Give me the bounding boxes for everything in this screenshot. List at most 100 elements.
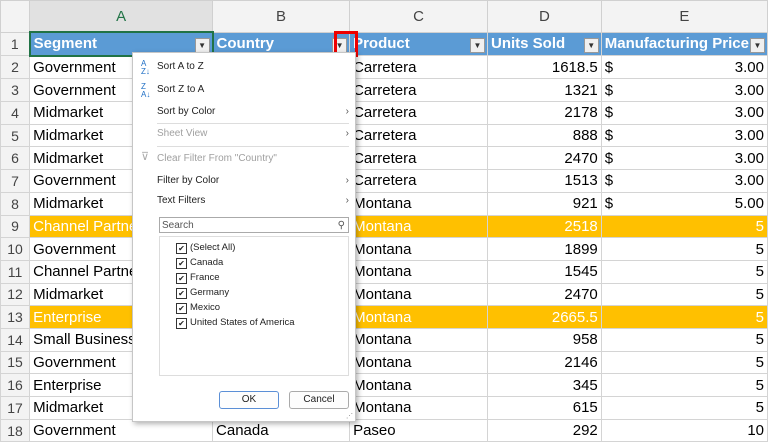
cell-units-sold[interactable]: 921 [486,191,602,216]
cell-price[interactable]: $3.00 [600,78,768,103]
cell-product[interactable]: Montana [349,350,488,375]
cell-price[interactable]: $3.00 [600,123,768,148]
cell-units-sold[interactable]: 615 [486,396,602,420]
cell-price[interactable]: $3.00 [600,169,768,193]
cell-units-sold[interactable]: 2178 [486,101,602,125]
select-all-corner[interactable] [0,0,31,33]
cell-price[interactable]: $5.00 [600,191,768,216]
search-input[interactable]: Search ⚲ [159,217,349,233]
filter-dropdown-button[interactable]: ▼ [194,38,210,53]
cell-price[interactable]: $3.00 [600,146,768,171]
cell-units-sold[interactable]: 1513 [486,169,602,193]
cell-product[interactable]: Carretera [349,123,488,148]
cell-product[interactable]: Montana [349,191,488,216]
filter-checkbox-item[interactable]: ✔ France [176,270,220,285]
cell-product[interactable]: Montana [349,396,488,420]
cell-units-sold[interactable]: 2470 [486,282,602,307]
column-header-e[interactable]: E [600,0,768,33]
cell-price[interactable]: 5 [600,327,768,352]
filter-checkbox-item[interactable]: ✔ Germany [176,285,229,300]
cell-price[interactable]: 10 [600,418,768,442]
header-cell-units-sold[interactable]: Units Sold ▼ [486,31,602,57]
cell-country[interactable]: Canada [212,418,351,442]
checkbox-checked-icon[interactable]: ✔ [176,273,187,284]
column-header-b[interactable]: B [212,0,351,33]
cell-product[interactable]: Carretera [349,78,488,103]
row-header[interactable]: 13 [0,305,31,329]
sort-by-color[interactable]: Sort by Color › [133,102,355,122]
cell-product[interactable]: Montana [349,305,488,329]
checkbox-checked-icon[interactable]: ✔ [176,303,187,314]
row-header[interactable]: 9 [0,214,31,239]
row-header[interactable]: 4 [0,101,31,125]
sort-z-to-a[interactable]: Z A↓ Sort Z to A [133,80,355,100]
cell-product[interactable]: Montana [349,327,488,352]
cell-price[interactable]: 5 [600,396,768,420]
ok-button[interactable]: OK [219,391,279,409]
filter-checkbox-item[interactable]: ✔ United States of America [176,315,295,330]
checkbox-checked-icon[interactable]: ✔ [176,243,187,254]
column-header-d[interactable]: D [486,0,602,33]
cell-units-sold[interactable]: 292 [486,418,602,442]
cell-price[interactable]: 5 [600,259,768,284]
row-header[interactable]: 7 [0,169,31,193]
cell-price[interactable]: $3.00 [600,55,768,80]
cell-units-sold[interactable]: 345 [486,373,602,397]
cell-price[interactable]: 5 [600,237,768,261]
row-header[interactable]: 11 [0,259,31,284]
header-cell-manufacturing-price[interactable]: Manufacturing Price ▼ [600,31,768,57]
cell-units-sold[interactable]: 958 [486,327,602,352]
sort-a-to-z[interactable]: A Z↓ Sort A to Z [133,57,355,77]
cell-units-sold[interactable]: 2518 [486,214,602,239]
filter-checkbox-item[interactable]: ✔ (Select All) [176,240,235,255]
cell-segment[interactable]: Government [29,418,214,442]
cell-product[interactable]: Carretera [349,55,488,80]
cell-units-sold[interactable]: 888 [486,123,602,148]
row-header[interactable]: 12 [0,282,31,307]
cell-product[interactable]: Carretera [349,169,488,193]
header-cell-product[interactable]: Product ▼ [349,31,488,57]
cancel-button[interactable]: Cancel [289,391,349,409]
cell-product[interactable]: Montana [349,373,488,397]
text-filters[interactable]: Text Filters › [133,191,355,211]
cell-product[interactable]: Montana [349,259,488,284]
row-header[interactable]: 6 [0,146,31,171]
resize-grip-icon[interactable]: ⋰ [346,412,353,420]
cell-product[interactable]: Montana [349,214,488,239]
row-header[interactable]: 16 [0,373,31,397]
cell-price[interactable]: $3.00 [600,101,768,125]
cell-price[interactable]: 5 [600,373,768,397]
cell-units-sold[interactable]: 1899 [486,237,602,261]
row-header[interactable]: 15 [0,350,31,375]
row-header[interactable]: 17 [0,396,31,420]
filter-checkbox-item[interactable]: ✔ Canada [176,255,223,270]
checkbox-checked-icon[interactable]: ✔ [176,258,187,269]
row-header[interactable]: 5 [0,123,31,148]
row-header[interactable]: 3 [0,78,31,103]
row-header[interactable]: 18 [0,418,31,442]
cell-product[interactable]: Paseo [349,418,488,442]
column-header-a[interactable]: A [29,0,214,33]
filter-checkbox-item[interactable]: ✔ Mexico [176,300,220,315]
cell-product[interactable]: Montana [349,237,488,261]
cell-product[interactable]: Carretera [349,146,488,171]
row-header[interactable]: 14 [0,327,31,352]
filter-by-color[interactable]: Filter by Color › [133,171,355,191]
cell-units-sold[interactable]: 1618.5 [486,55,602,80]
cell-price[interactable]: 5 [600,350,768,375]
row-header[interactable]: 10 [0,237,31,261]
cell-units-sold[interactable]: 1321 [486,78,602,103]
row-header[interactable]: 2 [0,55,31,80]
cell-units-sold[interactable]: 2665.5 [486,305,602,329]
cell-units-sold[interactable]: 2470 [486,146,602,171]
cell-product[interactable]: Montana [349,282,488,307]
cell-units-sold[interactable]: 2146 [486,350,602,375]
cell-units-sold[interactable]: 1545 [486,259,602,284]
cell-price[interactable]: 5 [600,305,768,329]
checkbox-checked-icon[interactable]: ✔ [176,288,187,299]
row-header[interactable]: 8 [0,191,31,216]
filter-dropdown-button[interactable]: ▼ [583,37,599,53]
cell-product[interactable]: Carretera [349,101,488,125]
checkbox-checked-icon[interactable]: ✔ [176,318,187,329]
cell-price[interactable]: 5 [600,282,768,307]
